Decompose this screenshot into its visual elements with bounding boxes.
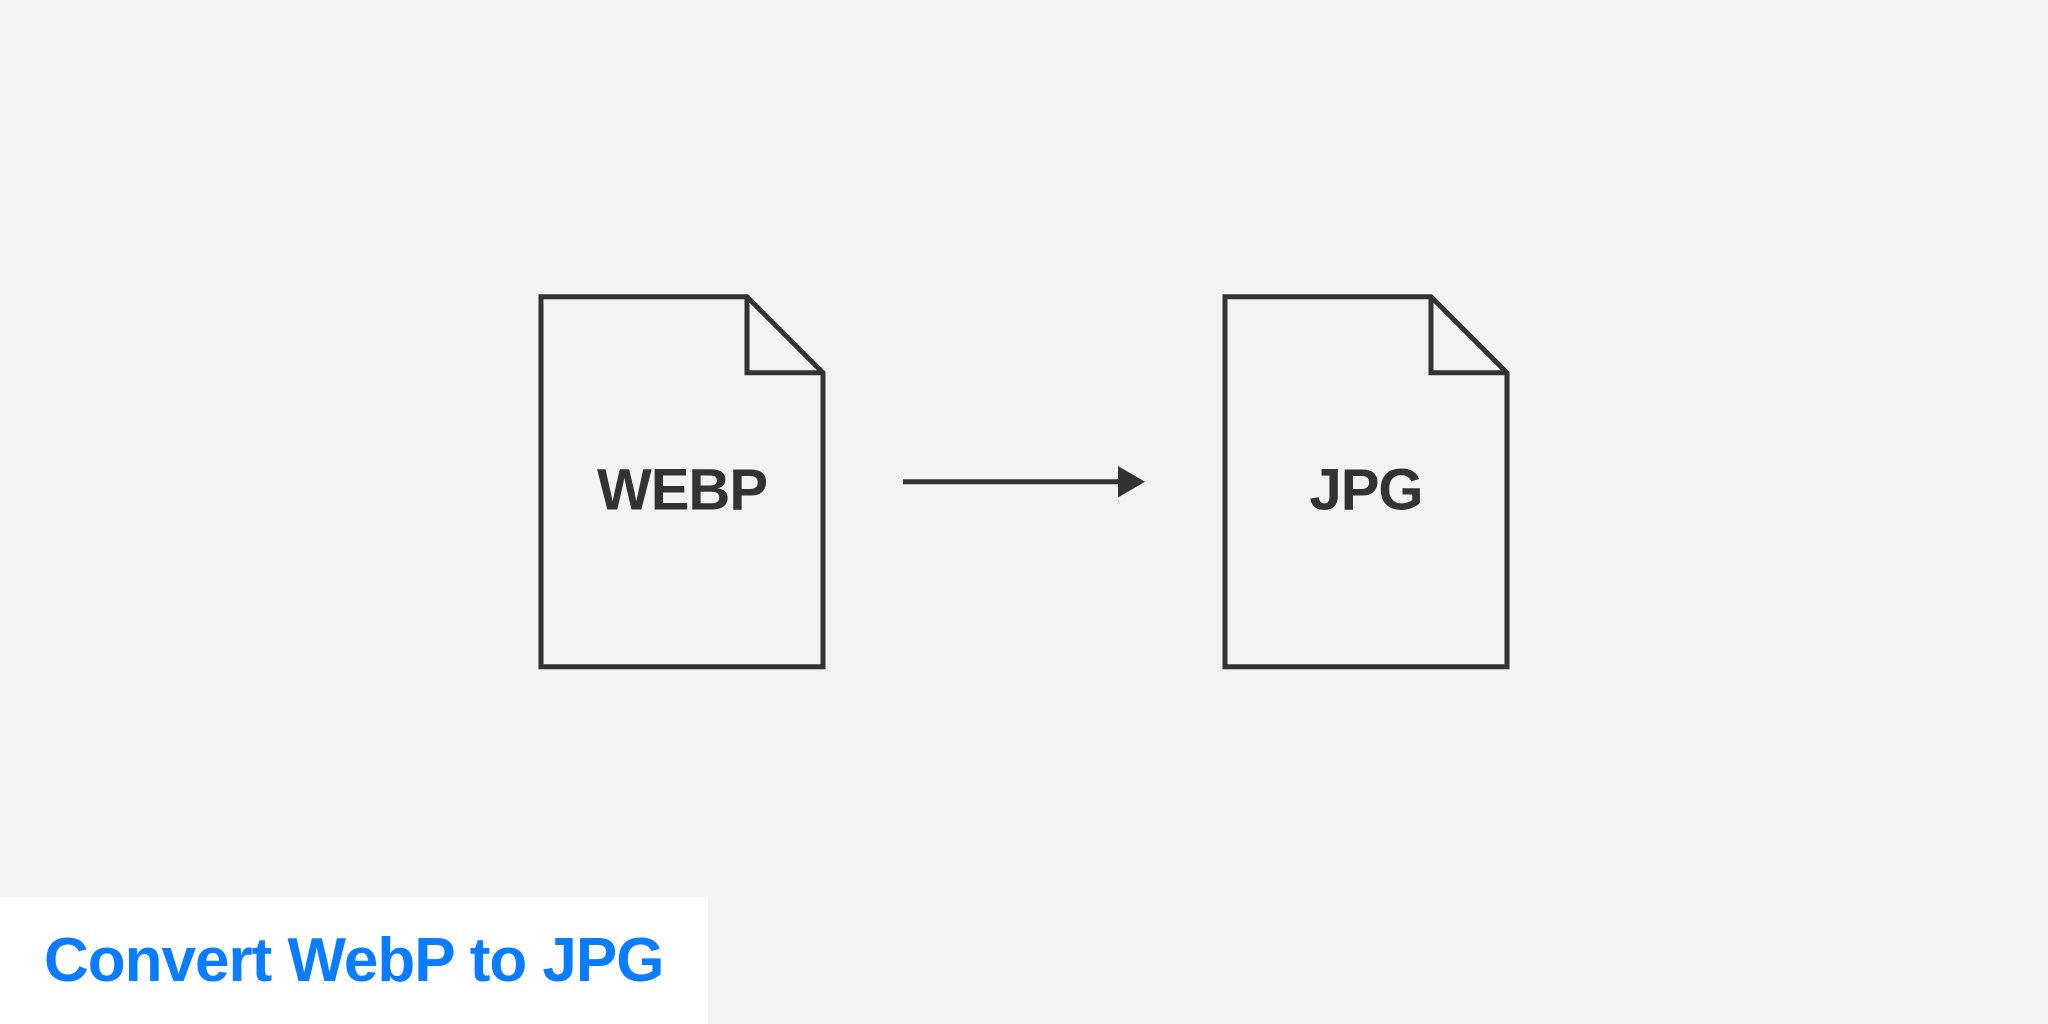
target-file-icon: JPG	[1221, 293, 1511, 671]
caption-bar: Convert WebP to JPG	[0, 897, 708, 1024]
source-file-icon: WEBP	[537, 293, 827, 671]
source-format-label: WEBP	[597, 456, 767, 523]
target-format-label: JPG	[1309, 456, 1422, 523]
caption-text: Convert WebP to JPG	[44, 925, 664, 996]
conversion-diagram: WEBP JPG	[537, 293, 1511, 671]
arrow-right-icon	[899, 462, 1149, 502]
